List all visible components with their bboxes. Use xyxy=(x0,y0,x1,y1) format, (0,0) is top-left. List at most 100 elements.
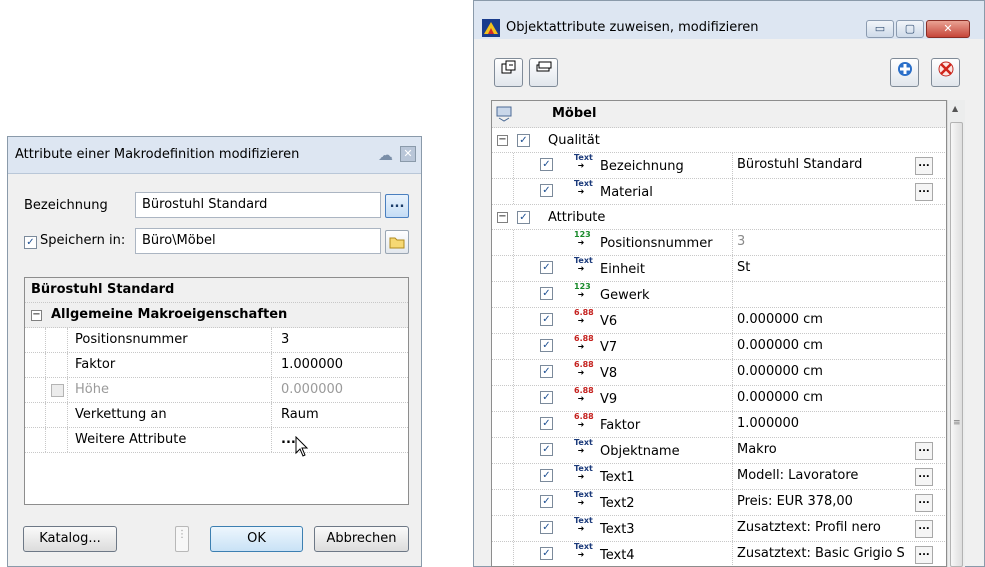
attribute-checkbox[interactable]: ✓ xyxy=(540,417,553,430)
attribute-checkbox[interactable]: ✓ xyxy=(540,547,553,560)
scrollbar-thumb[interactable]: ≡ xyxy=(950,122,963,567)
abbrechen-button[interactable]: Abbrechen xyxy=(314,526,409,552)
add-attribute-button[interactable] xyxy=(890,58,919,87)
browse-button[interactable]: ... xyxy=(915,468,933,486)
copy-attributes-button[interactable] xyxy=(494,58,523,87)
attribute-row[interactable]: ✓ 123 ➜ Gewerk xyxy=(492,282,946,308)
prop-value[interactable]: Raum xyxy=(281,407,319,422)
vertical-scrollbar[interactable]: ▲ ≡ xyxy=(947,100,965,567)
attribute-type-icon: 6.88 ➜ xyxy=(574,386,594,403)
group-row[interactable]: − ✓ Qualität xyxy=(492,128,946,153)
attribute-type-icon: Text ➜ xyxy=(574,179,593,196)
attribute-name: Text2 xyxy=(600,496,635,511)
grid-row[interactable]: Faktor 1.000000 xyxy=(25,353,408,378)
attribute-row[interactable]: ✓ Text ➜ Text1 Modell: Lavoratore... xyxy=(492,464,946,490)
close-button[interactable]: ✕ xyxy=(926,20,970,38)
speichern-checkbox[interactable]: ✓ xyxy=(24,236,37,249)
attribute-row[interactable]: ✓ Text ➜ Einheit St xyxy=(492,256,946,282)
collapse-icon[interactable]: − xyxy=(497,212,508,223)
collapse-icon[interactable]: − xyxy=(31,310,42,321)
prop-value[interactable]: 1.000000 xyxy=(281,357,343,372)
attribute-checkbox[interactable]: ✓ xyxy=(540,287,553,300)
attribute-value[interactable]: Zusatztext: Profil nero xyxy=(737,520,915,535)
attribute-row[interactable]: ✓ 6.88 ➜ V8 0.000000 cm xyxy=(492,360,946,386)
grid-row[interactable]: Verkettung an Raum xyxy=(25,403,408,428)
attribute-row[interactable]: ✓ Text ➜ Text3 Zusatztext: Profil nero... xyxy=(492,516,946,542)
attribute-checkbox[interactable]: ✓ xyxy=(540,495,553,508)
weitere-attribute-button[interactable]: ... xyxy=(281,432,296,447)
attribute-checkbox[interactable]: ✓ xyxy=(540,469,553,482)
attribute-checkbox[interactable]: ✓ xyxy=(540,365,553,378)
attribute-value[interactable]: 1.000000 xyxy=(737,416,915,431)
attribute-checkbox[interactable]: ✓ xyxy=(540,521,553,534)
attribute-value[interactable]: 0.000000 cm xyxy=(737,390,915,405)
minimize-button[interactable]: ▭ xyxy=(866,20,894,38)
bezeichnung-field[interactable]: Bürostuhl Standard xyxy=(135,192,381,218)
attribute-type-icon: Text ➜ xyxy=(574,153,593,170)
ok-button[interactable]: OK xyxy=(210,526,303,552)
browse-button[interactable]: ... xyxy=(915,494,933,512)
group-checkbox[interactable]: ✓ xyxy=(517,211,530,224)
browse-button[interactable]: ... xyxy=(915,546,933,564)
attribute-checkbox[interactable]: ✓ xyxy=(540,184,553,197)
attribute-row[interactable]: ✓ Text ➜ Text2 Preis: EUR 378,00... xyxy=(492,490,946,516)
maximize-button[interactable]: ▢ xyxy=(896,20,924,38)
group-label: Attribute xyxy=(548,210,606,225)
browse-button[interactable]: ... xyxy=(915,442,933,460)
speichern-field[interactable]: Büro\Möbel xyxy=(135,228,381,254)
group-checkbox[interactable]: ✓ xyxy=(517,134,530,147)
attribute-row[interactable]: ✓ Text ➜ Material... xyxy=(492,179,946,205)
attribute-row[interactable]: 123 ➜ Positionsnummer 3 xyxy=(492,230,946,256)
attribute-row[interactable]: ✓ 6.88 ➜ Faktor 1.000000 xyxy=(492,412,946,438)
grip-handle[interactable]: ⋮ xyxy=(175,526,189,552)
folder-button[interactable] xyxy=(385,230,409,254)
attribute-row[interactable]: ✓ 6.88 ➜ V9 0.000000 cm xyxy=(492,386,946,412)
attribute-checkbox[interactable]: ✓ xyxy=(540,339,553,352)
title-bar: Attribute einer Makrodefinition modifizi… xyxy=(8,137,421,174)
grid-row[interactable]: Weitere Attribute ... xyxy=(25,428,408,457)
attribute-row[interactable]: ✓ Text ➜ Text4 Zusatztext: Basic Grigio S... xyxy=(492,542,946,566)
scroll-up-icon[interactable]: ▲ xyxy=(952,104,958,113)
attribute-row[interactable]: ✓ 6.88 ➜ V7 0.000000 cm xyxy=(492,334,946,360)
attribute-type-icon: 6.88 ➜ xyxy=(574,308,594,325)
attribute-value[interactable]: 0.000000 cm xyxy=(737,312,915,327)
browse-button[interactable]: ... xyxy=(385,194,409,218)
attribute-checkbox[interactable]: ✓ xyxy=(540,261,553,274)
browse-button[interactable]: ... xyxy=(915,183,933,201)
attribute-type-icon: 123 ➜ xyxy=(574,282,591,299)
attribute-checkbox[interactable]: ✓ xyxy=(540,391,553,404)
prop-value[interactable]: 3 xyxy=(281,332,289,347)
group-row[interactable]: − ✓ Attribute xyxy=(492,205,946,230)
attribute-row[interactable]: ✓ Text ➜ Objektname Makro... xyxy=(492,438,946,464)
collapse-icon[interactable]: − xyxy=(497,135,508,146)
attribute-checkbox[interactable]: ✓ xyxy=(540,443,553,456)
attribute-value[interactable]: 0.000000 cm xyxy=(737,338,915,353)
root-row[interactable]: Möbel xyxy=(492,101,946,128)
attribute-row[interactable]: ✓ Text ➜ Bezeichnung Bürostuhl Standard... xyxy=(492,153,946,179)
remove-attribute-button[interactable] xyxy=(931,58,960,87)
attribute-value[interactable]: Zusatztext: Basic Grigio S xyxy=(737,546,915,561)
grid-row[interactable]: Höhe 0.000000 xyxy=(25,378,408,403)
attribute-name: V9 xyxy=(600,392,618,407)
hoehe-checkbox[interactable] xyxy=(51,384,64,397)
attribute-value[interactable]: Modell: Lavoratore xyxy=(737,468,915,483)
grid-row[interactable]: Positionsnummer 3 xyxy=(25,328,408,353)
browse-button[interactable]: ... xyxy=(915,157,933,175)
attribute-value[interactable]: Preis: EUR 378,00 xyxy=(737,494,915,509)
group-row[interactable]: − Allgemeine Makroeigenschaften xyxy=(25,303,408,328)
browse-button[interactable]: ... xyxy=(915,520,933,538)
attribute-row[interactable]: ✓ 6.88 ➜ V6 0.000000 cm xyxy=(492,308,946,334)
attribute-value[interactable]: 3 xyxy=(737,234,915,249)
attribute-value[interactable]: St xyxy=(737,260,915,275)
help-icon[interactable]: ☁ xyxy=(378,146,393,164)
attribute-value[interactable]: 0.000000 cm xyxy=(737,364,915,379)
attribute-name: Gewerk xyxy=(600,288,650,303)
close-button[interactable]: ✕ xyxy=(400,146,416,162)
katalog-button[interactable]: Katalog... xyxy=(23,526,117,552)
grid-header: Bürostuhl Standard xyxy=(31,282,175,297)
attribute-checkbox[interactable]: ✓ xyxy=(540,158,553,171)
attribute-checkbox[interactable]: ✓ xyxy=(540,313,553,326)
paste-attributes-button[interactable] xyxy=(529,58,558,87)
attribute-value[interactable]: Bürostuhl Standard xyxy=(737,157,915,172)
attribute-value[interactable]: Makro xyxy=(737,442,915,457)
